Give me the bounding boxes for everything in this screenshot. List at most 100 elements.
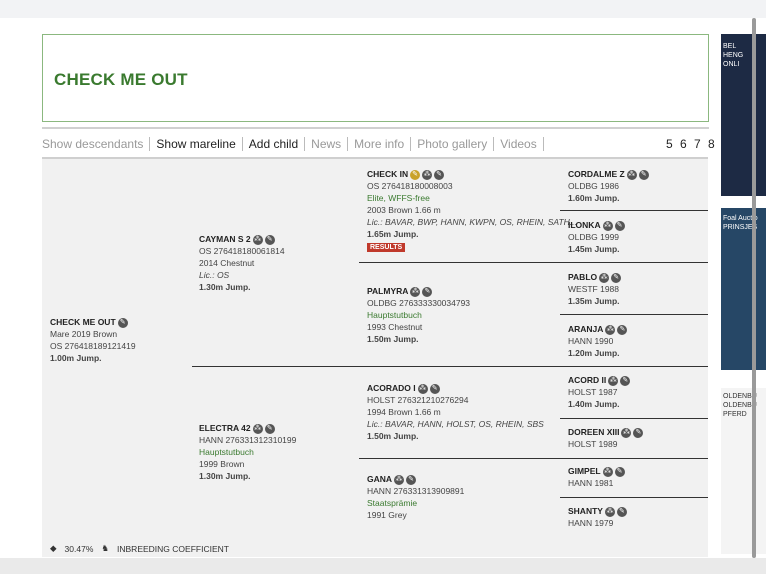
results-badge[interactable]: RESULTS — [367, 243, 406, 252]
sire-line1: OS 276418180061814 — [199, 246, 285, 256]
divider-sire-dam — [192, 366, 708, 367]
top-strip — [0, 0, 766, 18]
sd-cell[interactable]: PALMYRA ⁂ ✎ OLDBG 276333330034793 Hauptstu… — [367, 285, 470, 345]
g2-name[interactable]: ILONKA — [568, 220, 601, 230]
edit-icon[interactable]: ✎ — [406, 474, 417, 485]
dd-line2: Staatsprämie — [367, 498, 418, 508]
edit-icon[interactable]: ✎ — [429, 383, 440, 394]
divider-g3 — [560, 314, 708, 315]
subject-line3: 1.00m Jump. — [50, 353, 102, 363]
nav-show-mareline[interactable]: Show mareline — [150, 137, 243, 151]
nav-videos[interactable]: Videos — [494, 137, 544, 151]
offspring-icon[interactable]: ⁂ — [621, 427, 632, 438]
ds-name[interactable]: ACORADO I — [367, 383, 416, 393]
g4-name[interactable]: ARANJA — [568, 324, 603, 334]
edit-icon[interactable]: ✎ — [614, 466, 625, 477]
g4-line2: 1.20m Jump. — [568, 348, 620, 358]
offspring-icon[interactable]: ⁂ — [604, 506, 615, 517]
g7-name[interactable]: GIMPEL — [568, 466, 601, 476]
offspring-icon[interactable]: ⁂ — [599, 272, 610, 283]
sd-line4: 1.50m Jump. — [367, 334, 419, 344]
nav-add-child[interactable]: Add child — [243, 137, 306, 151]
offspring-icon[interactable]: ⁂ — [608, 375, 619, 386]
g8-name[interactable]: SHANTY — [568, 506, 603, 516]
ds-line2: 1994 Brown 1.66 m — [367, 407, 441, 417]
nav-more-info[interactable]: More info — [348, 137, 412, 151]
g-cell-8[interactable]: SHANTY ⁂ ✎ HANN 1979 — [568, 505, 627, 529]
edit-icon[interactable]: ✎ — [264, 423, 275, 434]
edit-icon[interactable]: ✎ — [617, 324, 628, 335]
ad-banner-1[interactable]: BEL HENG ONLI — [721, 34, 766, 196]
subject-line1: Mare 2019 Brown — [50, 329, 118, 339]
g-cell-5[interactable]: ACORD II ⁂ ✎ HOLST 1987 1.40m Jump. — [568, 374, 631, 410]
g1-name[interactable]: CORDALME Z — [568, 169, 625, 179]
edit-icon[interactable]: ✎ — [611, 272, 622, 283]
ss-line1: OS 276418180008003 — [367, 181, 453, 191]
ss-name[interactable]: CHECK IN — [367, 169, 408, 179]
offspring-icon[interactable]: ⁂ — [602, 466, 613, 477]
sire-name[interactable]: CAYMAN S 2 — [199, 234, 251, 244]
nav-photo-gallery[interactable]: Photo gallery — [411, 137, 495, 151]
g2-line2: 1.45m Jump. — [568, 244, 620, 254]
nav-bar: Show descendants Show mareline Add child… — [42, 135, 544, 153]
edit-icon[interactable]: ✎ — [117, 317, 128, 328]
edit-icon[interactable]: ✎ — [614, 220, 625, 231]
offspring-icon[interactable]: ⁂ — [410, 286, 421, 297]
subject-name[interactable]: CHECK ME OUT — [50, 317, 116, 327]
edit-icon[interactable]: ✎ — [620, 375, 631, 386]
nav-show-descendants[interactable]: Show descendants — [42, 137, 151, 151]
ad-banner-3[interactable]: OLDENBU OLDENBU PFERD — [721, 388, 766, 554]
award-icon[interactable]: ✎ — [410, 169, 421, 180]
scrollbar[interactable] — [752, 18, 756, 558]
divider-g7 — [560, 497, 708, 498]
edit-icon[interactable]: ✎ — [616, 506, 627, 517]
sd-line2: Hauptstutbuch — [367, 310, 422, 320]
g1-line1: OLDBG 1986 — [568, 181, 620, 191]
sire-line3: Lic.: OS — [199, 270, 230, 280]
g-cell-3[interactable]: PABLO ⁂ ✎ WESTF 1988 1.35m Jump. — [568, 271, 622, 307]
ds-cell[interactable]: ACORADO I ⁂ ✎ HOLST 276321210276294 1994 B… — [367, 382, 552, 442]
nav-news[interactable]: News — [305, 137, 349, 151]
dd-cell[interactable]: GANA ⁂ ✎ HANN 276331313909891 Staatsprämie… — [367, 473, 464, 521]
edit-icon[interactable]: ✎ — [264, 234, 275, 245]
ss-line5: 1.65m Jump. — [367, 229, 419, 239]
dam-line3: 1999 Brown — [199, 459, 245, 469]
offspring-icon[interactable]: ⁂ — [422, 169, 433, 180]
inbreeding-percent: 30.47% — [64, 543, 94, 554]
dd-line3: 1991 Grey — [367, 510, 407, 520]
offspring-icon[interactable]: ⁂ — [417, 383, 428, 394]
edit-icon[interactable]: ✎ — [633, 427, 644, 438]
edit-icon[interactable]: ✎ — [434, 169, 445, 180]
dam-cell[interactable]: ELECTRA 42 ⁂ ✎ HANN 276331312310199 Haupts… — [199, 422, 296, 482]
g-cell-6[interactable]: DOREEN XIII ⁂ ✎ HOLST 1989 — [568, 426, 644, 450]
g6-name[interactable]: DOREEN XIII — [568, 427, 619, 437]
ad-banner-2[interactable]: Foal Auctio PRINSJES — [721, 208, 766, 370]
offspring-icon[interactable]: ⁂ — [605, 324, 616, 335]
offspring-icon[interactable]: ⁂ — [252, 234, 263, 245]
ds-line4: 1.50m Jump. — [367, 431, 419, 441]
dd-name[interactable]: GANA — [367, 474, 392, 484]
g3-name[interactable]: PABLO — [568, 272, 597, 282]
subject-cell[interactable]: CHECK ME OUT ✎ Mare 2019 Brown OS 2764181… — [50, 316, 136, 364]
ss-cell[interactable]: CHECK IN ✎ ⁂ ✎ OS 276418180008003 Elite, WF… — [367, 168, 577, 252]
offspring-icon[interactable]: ⁂ — [394, 474, 405, 485]
edit-icon[interactable]: ✎ — [422, 286, 433, 297]
g-cell-2[interactable]: ILONKA ⁂ ✎ OLDBG 1999 1.45m Jump. — [568, 219, 625, 255]
g3-line2: 1.35m Jump. — [568, 296, 620, 306]
g-cell-1[interactable]: CORDALME Z ⁂ ✎ OLDBG 1986 1.60m Jump. — [568, 168, 649, 204]
sd-line1: OLDBG 276333330034793 — [367, 298, 471, 308]
page-title: CHECK ME OUT — [54, 70, 188, 89]
title-box: CHECK ME OUT — [42, 34, 709, 122]
dam-name[interactable]: ELECTRA 42 — [199, 423, 251, 433]
sd-name[interactable]: PALMYRA — [367, 286, 408, 296]
offspring-icon[interactable]: ⁂ — [252, 423, 263, 434]
offspring-icon[interactable]: ⁂ — [602, 220, 613, 231]
edit-icon[interactable]: ✎ — [638, 169, 649, 180]
percent-icon: ◆ — [50, 543, 57, 553]
sire-cell[interactable]: CAYMAN S 2 ⁂ ✎ OS 276418180061814 2014 Che… — [199, 233, 285, 293]
nav-divider — [42, 127, 709, 129]
offspring-icon[interactable]: ⁂ — [626, 169, 637, 180]
g5-name[interactable]: ACORD II — [568, 375, 606, 385]
g-cell-4[interactable]: ARANJA ⁂ ✎ HANN 1990 1.20m Jump. — [568, 323, 628, 359]
g-cell-7[interactable]: GIMPEL ⁂ ✎ HANN 1981 — [568, 465, 625, 489]
